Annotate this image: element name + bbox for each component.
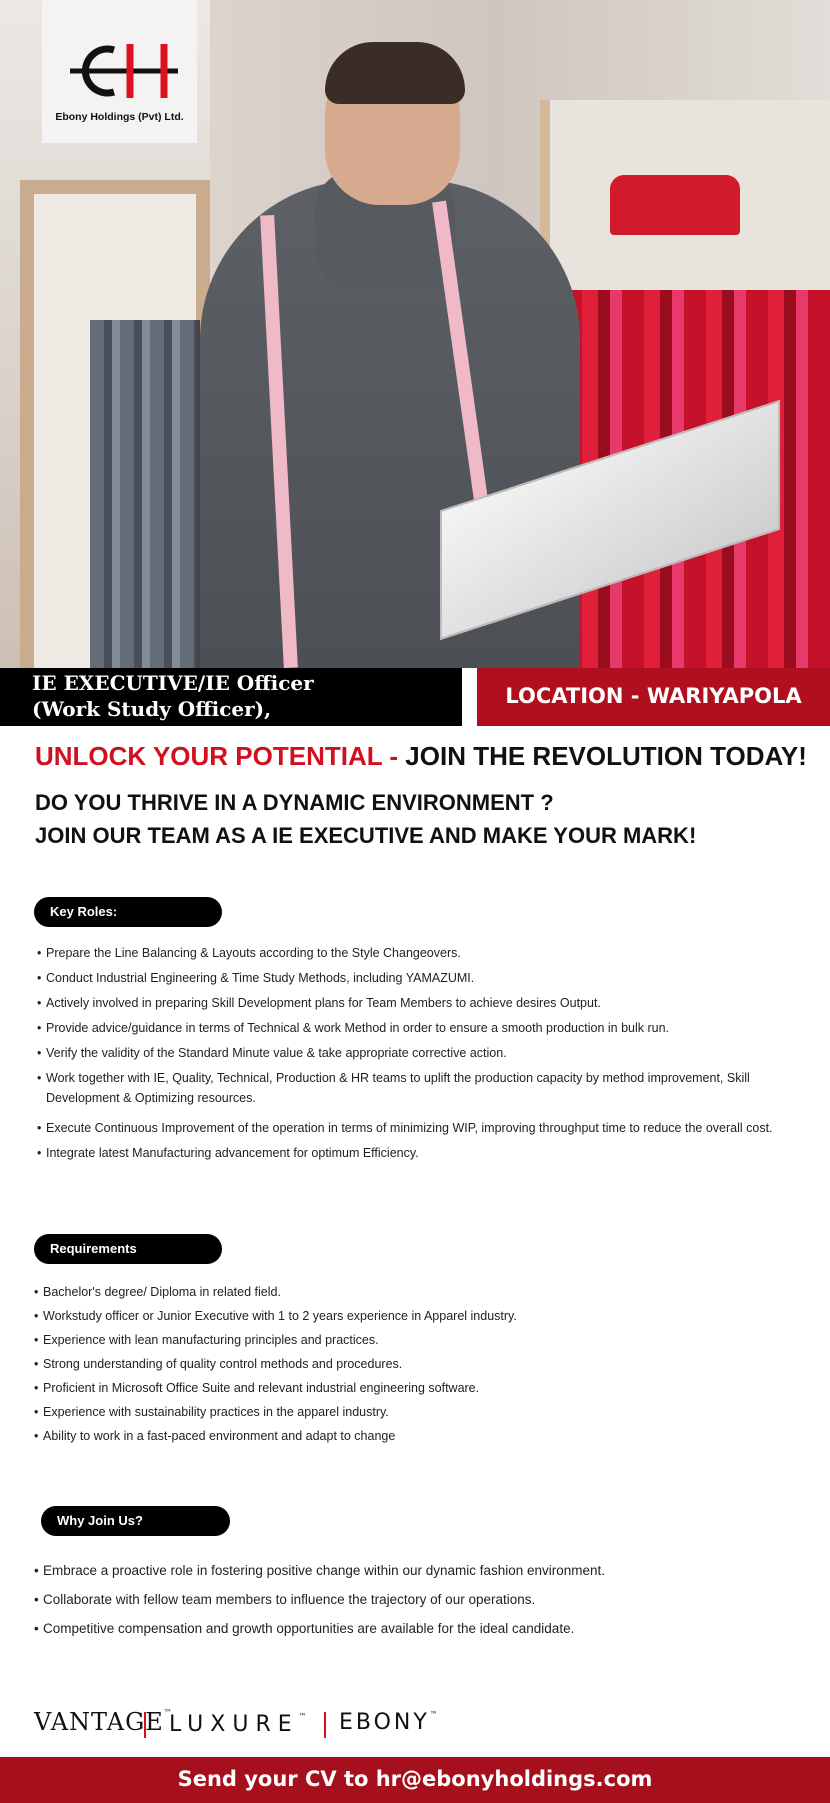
brand-luxure: LUXURE™	[169, 1712, 307, 1737]
headline: UNLOCK YOUR POTENTIAL - JOIN THE REVOLUT…	[35, 741, 825, 772]
headline-dark: JOIN THE REVOLUTION TODAY!	[398, 741, 807, 771]
location-banner: LOCATION - WARIYAPOLA	[477, 668, 830, 726]
company-logo: Ebony Holdings (Pvt) Ltd.	[42, 0, 197, 143]
job-title-banner: IE EXECUTIVE/IE Officer (Work Study Offi…	[0, 668, 462, 726]
location-text: LOCATION - WARIYAPOLA	[505, 684, 802, 708]
list-item: Experience with sustainability practices…	[34, 1402, 517, 1426]
folded-red-clothes	[610, 175, 740, 235]
hero-photo: Ebony Holdings (Pvt) Ltd.	[0, 0, 830, 668]
brand-vantage: VANTAGE™	[34, 1708, 172, 1736]
list-item: Proficient in Microsoft Office Suite and…	[34, 1378, 517, 1402]
list-item: Bachelor's degree/ Diploma in related fi…	[34, 1282, 517, 1306]
eh-logo-icon	[70, 44, 178, 98]
list-item: Ability to work in a fast-paced environm…	[34, 1426, 517, 1450]
list-item: Strong understanding of quality control …	[34, 1354, 517, 1378]
list-item: Execute Continuous Improvement of the op…	[37, 1118, 773, 1143]
brand-separator	[144, 1712, 146, 1738]
job-title-line2: (Work Study Officer),	[32, 697, 272, 721]
clothing-rack-left	[90, 320, 200, 668]
brand-logos: VANTAGE™ LUXURE™ EBONY™	[34, 1708, 554, 1744]
section-label-requirements: Requirements	[34, 1234, 222, 1264]
list-item: Collaborate with fellow team members to …	[34, 1589, 605, 1618]
company-name: Ebony Holdings (Pvt) Ltd.	[55, 111, 184, 123]
list-item: Workstudy officer or Junior Executive wi…	[34, 1306, 517, 1330]
headline-red: UNLOCK YOUR POTENTIAL -	[35, 741, 399, 771]
brand-ebony: EBONY™	[339, 1710, 438, 1735]
list-item: Provide advice/guidance in terms of Tech…	[37, 1018, 773, 1043]
section-label-key-roles: Key Roles:	[34, 897, 222, 927]
why-join-list: Embrace a proactive role in fostering po…	[34, 1560, 605, 1647]
list-item: Integrate latest Manufacturing advanceme…	[37, 1143, 773, 1168]
list-item: Competitive compensation and growth oppo…	[34, 1618, 605, 1647]
subheading-1: DO YOU THRIVE IN A DYNAMIC ENVIRONMENT ?	[35, 790, 554, 815]
brand-separator	[324, 1712, 326, 1738]
footer-cta-bar: Send your CV to hr@ebonyholdings.com	[0, 1757, 830, 1803]
list-item: Embrace a proactive role in fostering po…	[34, 1560, 605, 1589]
subheading-2: JOIN OUR TEAM AS A IE EXECUTIVE AND MAKE…	[35, 823, 697, 848]
list-item: Actively involved in preparing Skill Dev…	[37, 993, 773, 1018]
requirements-list: Bachelor's degree/ Diploma in related fi…	[34, 1282, 517, 1450]
list-item: Work together with IE, Quality, Technica…	[37, 1068, 757, 1118]
list-item: Experience with lean manufacturing princ…	[34, 1330, 517, 1354]
section-label-why-join: Why Join Us?	[41, 1506, 230, 1536]
list-item: Prepare the Line Balancing & Layouts acc…	[37, 943, 773, 968]
job-title-line1: IE EXECUTIVE/IE Officer	[32, 671, 314, 695]
list-item: Conduct Industrial Engineering & Time St…	[37, 968, 773, 993]
list-item: Verify the validity of the Standard Minu…	[37, 1043, 773, 1068]
key-roles-list: Prepare the Line Balancing & Layouts acc…	[37, 943, 773, 1168]
person-hair	[325, 42, 465, 104]
footer-cta-text: Send your CV to hr@ebonyholdings.com	[177, 1767, 653, 1791]
